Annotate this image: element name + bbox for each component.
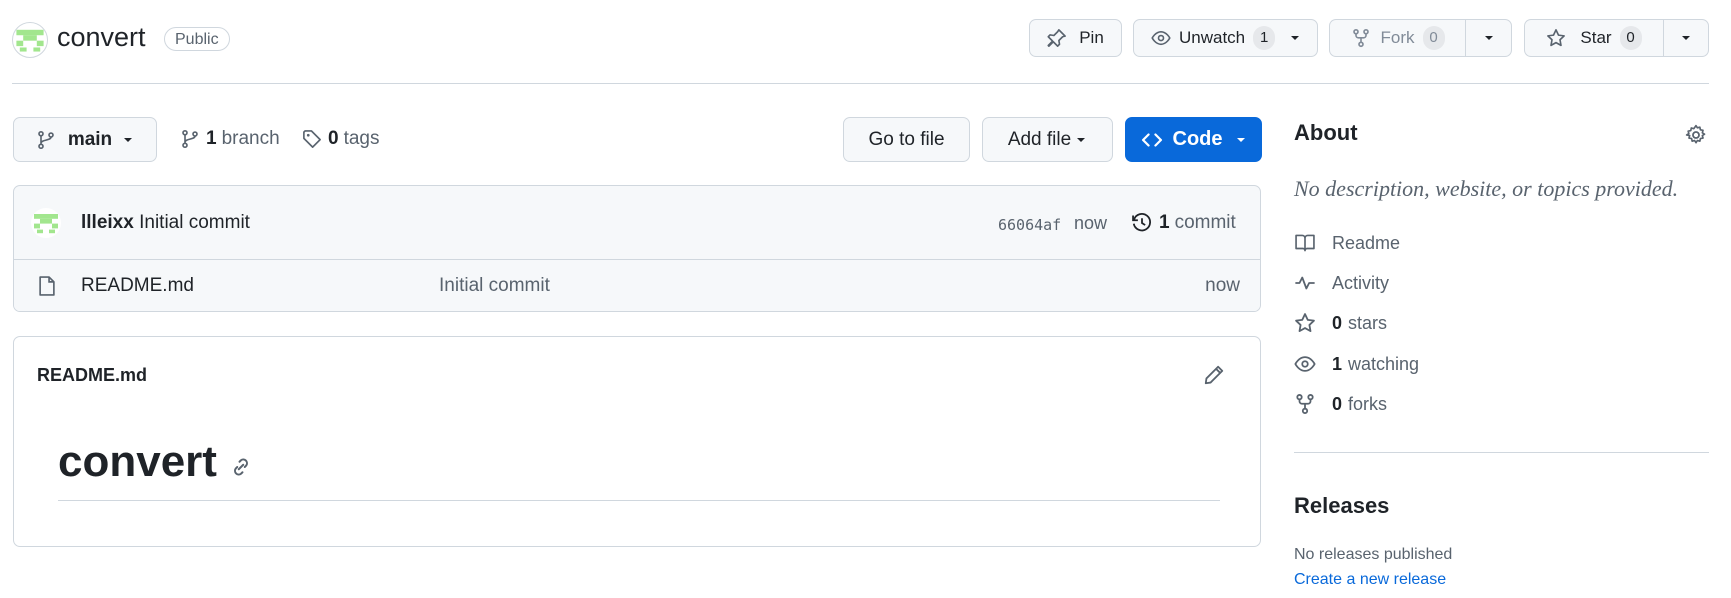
watching-word: watching <box>1348 353 1420 374</box>
watching-count: 1 <box>1332 353 1343 374</box>
latest-commit-summary: llleixx Initial commit <box>81 212 250 234</box>
caret-down-icon <box>1236 137 1245 142</box>
file-name-link[interactable]: README.md <box>81 275 194 297</box>
activity-link-label: Activity <box>1332 272 1390 293</box>
activity-link[interactable]: Activity <box>1294 272 1389 294</box>
unwatch-button[interactable]: Unwatch 1 <box>1133 19 1318 57</box>
readme-link-label: Readme <box>1332 232 1401 253</box>
commit-count: 1 <box>1159 212 1170 233</box>
readme-heading-text: convert <box>58 437 217 486</box>
branch-word: branch <box>221 128 280 149</box>
tag-count: 0 <box>328 128 339 149</box>
releases-title[interactable]: Releases <box>1294 493 1389 519</box>
about-description: No description, website, or topics provi… <box>1294 176 1679 201</box>
commit-word: commit <box>1174 212 1236 233</box>
go-to-file-button[interactable]: Go to file <box>843 117 970 162</box>
git-branch-icon <box>38 130 54 149</box>
eye-icon <box>1151 30 1171 46</box>
visibility-badge: Public <box>164 27 230 51</box>
file-icon <box>39 276 55 296</box>
caret-down-icon <box>1682 36 1690 40</box>
caret-down-icon <box>124 137 133 142</box>
caret-down-icon <box>1291 36 1300 40</box>
commit-author-link[interactable]: llleixx <box>81 212 134 233</box>
stars-link[interactable]: 0 stars <box>1294 312 1387 334</box>
pin-icon <box>1047 29 1067 47</box>
branch-count: 1 <box>206 128 217 149</box>
readme-filename: README.md <box>37 365 148 385</box>
repo-name-link[interactable]: convert <box>57 22 146 53</box>
unwatch-label: Unwatch <box>1179 28 1246 47</box>
fork-icon <box>1296 394 1314 414</box>
star-icon <box>1547 29 1566 47</box>
gear-icon[interactable] <box>1685 124 1707 146</box>
caret-down-icon <box>1484 36 1493 40</box>
watchers-link[interactable]: 1 watching <box>1294 353 1419 375</box>
code-button[interactable]: Code <box>1125 117 1262 162</box>
git-branch-icon <box>182 129 198 149</box>
commit-sha-link[interactable]: 66064af <box>998 216 1061 234</box>
caret-down-icon <box>1077 137 1086 142</box>
identicon-icon <box>34 214 58 234</box>
branches-link[interactable]: 1 branch <box>180 128 280 150</box>
pin-label: Pin <box>1079 28 1104 47</box>
fork-icon <box>1352 28 1369 48</box>
fork-counter: 0 <box>1422 26 1445 50</box>
sidebar-divider <box>1294 452 1709 453</box>
forks-link[interactable]: 0 forks <box>1294 393 1387 415</box>
star-dropdown-button[interactable] <box>1663 19 1709 57</box>
history-icon <box>1132 213 1151 232</box>
readme-heading: convert <box>58 437 253 487</box>
readme-link[interactable]: Readme <box>1294 232 1400 254</box>
table-row: README.md Initial commit now <box>14 260 1260 311</box>
fork-button[interactable]: Fork 0 <box>1329 19 1465 57</box>
forks-word: forks <box>1348 393 1388 414</box>
fork-label: Fork <box>1380 28 1415 47</box>
readme-panel: README.md convert <box>13 336 1261 547</box>
readme-header-divider <box>14 410 1260 411</box>
commit-time: now <box>1074 213 1108 233</box>
star-icon <box>1295 313 1315 333</box>
stars-word: stars <box>1348 312 1388 333</box>
repo-owner-avatar[interactable] <box>12 22 48 58</box>
star-button[interactable]: Star 0 <box>1524 19 1663 57</box>
file-list: llleixx Initial commit 66064af now 1 com… <box>13 185 1261 312</box>
commit-author-avatar[interactable] <box>31 208 61 238</box>
commit-message-link[interactable]: Initial commit <box>139 212 250 233</box>
commits-history-link[interactable]: 1 commit <box>1131 212 1236 234</box>
pin-button[interactable]: Pin <box>1029 19 1122 57</box>
no-releases-text: No releases published <box>1294 546 1453 563</box>
readme-heading-rule <box>58 500 1220 501</box>
code-label: Code <box>1172 128 1223 150</box>
branch-name: main <box>67 128 113 150</box>
eye-icon <box>1294 356 1316 372</box>
tag-icon <box>303 130 321 148</box>
tags-link[interactable]: 0 tags <box>302 128 380 150</box>
link-icon[interactable] <box>229 455 253 479</box>
file-commit-message-link[interactable]: Initial commit <box>439 275 550 297</box>
forks-count: 0 <box>1332 393 1343 414</box>
file-commit-time: now <box>1205 275 1240 296</box>
branch-selector-button[interactable]: main <box>13 117 157 162</box>
header-divider <box>12 83 1709 84</box>
tag-word: tags <box>343 128 380 149</box>
pencil-icon[interactable] <box>1203 364 1225 386</box>
stars-count: 0 <box>1332 312 1343 333</box>
identicon-icon <box>16 29 44 52</box>
about-title: About <box>1294 120 1358 145</box>
pulse-icon <box>1295 276 1315 290</box>
fork-dropdown-button[interactable] <box>1465 19 1512 57</box>
star-label: Star <box>1580 28 1612 47</box>
create-release-link[interactable]: Create a new release <box>1294 571 1446 589</box>
star-counter: 0 <box>1619 26 1642 50</box>
code-icon <box>1141 132 1162 147</box>
add-file-label: Add file <box>1007 128 1072 150</box>
add-file-button[interactable]: Add file <box>982 117 1113 162</box>
watch-counter: 1 <box>1253 26 1276 50</box>
book-icon <box>1295 234 1315 252</box>
